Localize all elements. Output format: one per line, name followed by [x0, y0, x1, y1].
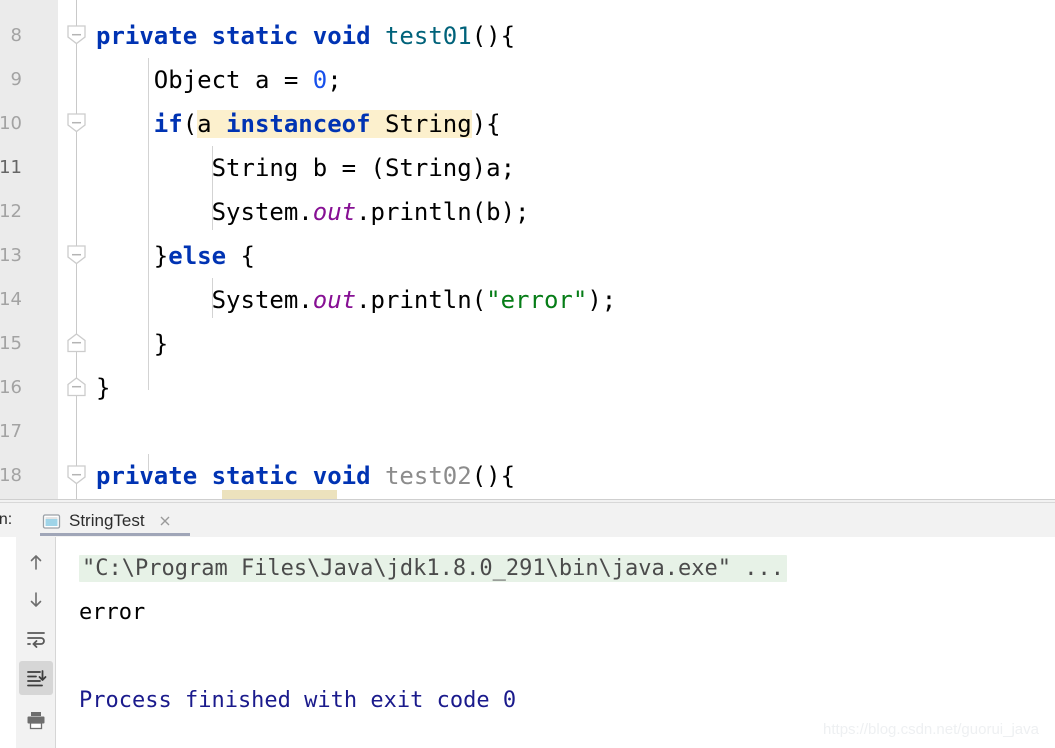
- code-token: }: [96, 242, 169, 270]
- code-token: String b = (String)a;: [96, 154, 516, 182]
- console-output-line: Process finished with exit code 0: [79, 679, 516, 723]
- watermark-text: https://blog.csdn.net/guorui_java: [823, 721, 1039, 738]
- run-console-output[interactable]: "C:\Program Files\Java\jdk1.8.0_291\bin\…: [57, 537, 1055, 748]
- close-icon[interactable]: [157, 513, 173, 529]
- line-number: 17: [0, 421, 22, 442]
- down-arrow-icon[interactable]: [19, 583, 53, 617]
- soft-wrap-icon[interactable]: [19, 622, 53, 656]
- code-token: ){: [471, 110, 501, 138]
- code-line[interactable]: System.out.println("error");: [96, 278, 617, 322]
- line-number: 15: [0, 333, 22, 354]
- fold-end-if[interactable]: [66, 332, 87, 353]
- run-tab-label: StringTest: [69, 511, 145, 530]
- code-line[interactable]: }: [96, 322, 168, 366]
- code-token: .println(b);: [356, 198, 530, 226]
- line-number: 10: [0, 113, 22, 134]
- code-line[interactable]: }else {: [96, 234, 255, 278]
- code-token: private static void: [96, 22, 385, 50]
- code-token: (){: [471, 22, 516, 50]
- console-gutter: [57, 537, 65, 748]
- code-token: out: [312, 198, 357, 226]
- code-token: private static void: [96, 462, 385, 490]
- code-token: );: [587, 286, 617, 314]
- run-tool-window-header: un: StringTest: [0, 503, 1055, 537]
- console-text: "C:\Program Files\Java\jdk1.8.0_291\bin\…: [79, 555, 787, 582]
- console-run-icon: [42, 512, 61, 531]
- fold-end-method[interactable]: [66, 376, 87, 397]
- code-fold-strip[interactable]: [58, 0, 96, 499]
- code-line[interactable]: if(a instanceof String){: [96, 102, 501, 146]
- fold-collapse-if[interactable]: [66, 112, 87, 133]
- console-text: error: [79, 600, 146, 625]
- code-token: ;: [327, 66, 342, 94]
- code-token: test02: [384, 462, 472, 490]
- up-arrow-icon[interactable]: [19, 545, 53, 579]
- code-line[interactable]: private static void test01(){: [96, 14, 515, 58]
- code-token: System.: [96, 286, 313, 314]
- code-line[interactable]: Object a = 0;: [96, 58, 342, 102]
- code-editor-area[interactable]: 8 9 10 11 12 13 14 15 16 17 18 private static void…: [0, 0, 1055, 499]
- code-token: System.: [96, 198, 313, 226]
- line-number: 14: [0, 289, 22, 310]
- console-text: Process finished with exit code 0: [79, 688, 517, 713]
- line-number: 11: [0, 157, 22, 178]
- code-token: }: [96, 374, 111, 402]
- usage-highlight-underline: [221, 490, 338, 499]
- code-token: 0: [312, 66, 328, 94]
- line-number: 8: [10, 25, 22, 46]
- code-token: (: [182, 110, 198, 138]
- code-token: Object a =: [96, 66, 313, 94]
- fold-expand-else[interactable]: [66, 244, 87, 265]
- code-token: {: [226, 242, 255, 270]
- fold-collapse-test01[interactable]: [66, 24, 87, 45]
- code-token: (){: [471, 462, 516, 490]
- line-number: 18: [0, 465, 22, 486]
- code-text-canvas[interactable]: private static void test01(){ Object a =…: [96, 0, 1055, 499]
- line-number: 12: [0, 201, 22, 222]
- scroll-to-end-icon[interactable]: [19, 661, 53, 695]
- code-token: }: [96, 330, 169, 358]
- line-number: 16: [0, 377, 22, 398]
- intellij-idea-window: 8 9 10 11 12 13 14 15 16 17 18 private static void…: [0, 0, 1055, 748]
- code-token: .println(: [356, 286, 487, 314]
- code-token: test01: [384, 22, 472, 50]
- code-token: String: [370, 110, 472, 138]
- console-output-line: "C:\Program Files\Java\jdk1.8.0_291\bin\…: [79, 547, 787, 591]
- code-line[interactable]: String b = (String)a;: [96, 146, 515, 190]
- fold-collapse-test02[interactable]: [66, 464, 87, 485]
- code-token: out: [312, 286, 357, 314]
- code-line[interactable]: System.out.println(b);: [96, 190, 530, 234]
- code-token: instanceof: [226, 110, 371, 138]
- code-token: else: [168, 242, 227, 270]
- active-tab-indicator: [40, 533, 190, 536]
- print-icon[interactable]: [19, 703, 53, 737]
- code-token: "error": [486, 286, 588, 314]
- line-number: 13: [0, 245, 22, 266]
- line-number: 9: [10, 69, 22, 90]
- run-console-toolbar[interactable]: [16, 537, 56, 748]
- line-number-column: 8 9 10 11 12 13 14 15 16 17 18: [0, 0, 58, 499]
- code-token: a: [197, 110, 227, 138]
- code-token: if: [153, 110, 183, 138]
- run-window-label: un:: [0, 511, 13, 528]
- console-output-line: error: [79, 591, 145, 635]
- code-line[interactable]: }: [96, 366, 110, 410]
- run-tool-window: un: StringTest: [0, 503, 1055, 748]
